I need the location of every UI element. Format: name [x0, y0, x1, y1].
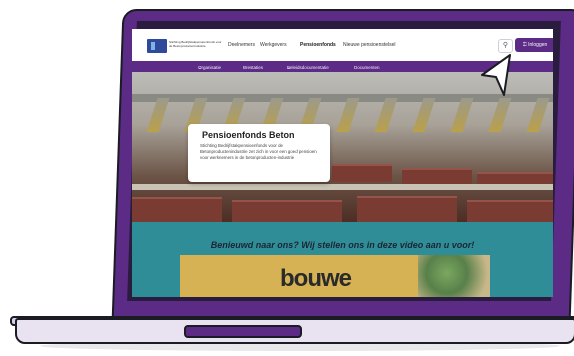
machine-arm — [374, 98, 398, 132]
login-label: Inloggen — [528, 42, 548, 48]
brick-row — [132, 197, 222, 222]
chevron-down-icon: ⌄ — [287, 65, 291, 70]
illustration: Stichting Bedrijfstakpensioenfonds voor … — [0, 0, 574, 356]
nav-deelnemers[interactable]: Deelnemers — [228, 42, 255, 48]
video-heading: Benieuwd naar ons? Wij stellen ons in de… — [210, 240, 475, 250]
brick-row — [467, 200, 553, 222]
lock-icon: ⎅ — [522, 42, 527, 48]
chevron-down-icon: ⌄ — [243, 65, 247, 70]
search-icon: ⚲ — [502, 42, 509, 49]
logo-icon[interactable] — [147, 39, 167, 53]
machine-arm — [526, 98, 550, 132]
nav-werkgevers[interactable]: Werkgevers — [260, 42, 287, 48]
nav-pensioenfonds[interactable]: Pensioenfonds — [300, 42, 336, 48]
submenu-label: Documenten — [354, 65, 380, 70]
machine-arm — [412, 98, 436, 132]
hero-text: Stichting Bedrijfstakpensioenfonds voor … — [200, 143, 317, 160]
trackpad — [184, 325, 302, 338]
search-button[interactable]: ⚲ — [498, 39, 513, 53]
submenu-label: Beleidsdocumentatie — [287, 65, 329, 70]
brand-text: Stichting Bedrijfstakpensioenfonds voor … — [169, 40, 222, 48]
video-section: Benieuwd naar ons? Wij stellen ons in de… — [132, 222, 553, 297]
video-thumbnail[interactable]: bouwe — [180, 255, 490, 297]
brick-row — [232, 200, 342, 222]
thumbnail-text: bouwe — [280, 265, 352, 292]
hero-title: Pensioenfonds Beton — [202, 130, 295, 140]
hero-card: Pensioenfonds Beton Stichting Bedrijfsta… — [188, 124, 330, 182]
brick-row — [357, 196, 457, 222]
nav-nieuwe-pensioenstelsel[interactable]: Nieuwe pensioenstelsel — [343, 42, 396, 48]
chevron-down-icon: ⌄ — [198, 65, 202, 70]
machine-arm — [146, 98, 170, 132]
brick-row — [332, 164, 392, 182]
machine-arm — [488, 98, 512, 132]
machine-arm — [336, 98, 360, 132]
plant-image — [418, 255, 490, 297]
conveyor-rail — [132, 184, 553, 190]
cursor-icon — [481, 54, 511, 96]
login-button[interactable]: ⎅ Inloggen — [515, 38, 553, 52]
machine-arm — [450, 98, 474, 132]
